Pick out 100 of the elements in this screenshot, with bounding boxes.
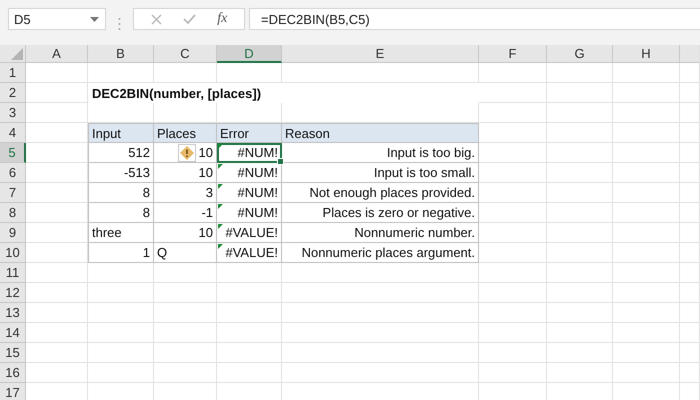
column-header[interactable]: [680, 45, 700, 63]
grid-cell[interactable]: [547, 283, 613, 303]
row-header[interactable]: 9: [0, 223, 26, 243]
grid-cell[interactable]: [282, 63, 479, 83]
column-header[interactable]: A: [26, 45, 88, 63]
grid-cell[interactable]: [547, 363, 613, 383]
grid-cell[interactable]: [613, 303, 680, 323]
grid-cell[interactable]: [217, 343, 282, 363]
grid-cell[interactable]: [217, 303, 282, 323]
grid-cell[interactable]: [680, 143, 700, 163]
grid-cell[interactable]: [88, 323, 154, 343]
grid-cell[interactable]: [88, 283, 154, 303]
column-header[interactable]: H: [613, 45, 680, 63]
grid-cell[interactable]: [680, 363, 700, 383]
grid-cell[interactable]: [26, 303, 88, 323]
grid-cell[interactable]: [680, 103, 700, 123]
grid-cell[interactable]: [479, 83, 547, 103]
grid-cell[interactable]: [613, 83, 680, 103]
grid-cell[interactable]: [26, 363, 88, 383]
grid-cell[interactable]: [680, 83, 700, 103]
column-header[interactable]: C: [154, 45, 217, 63]
grid-cell[interactable]: [547, 303, 613, 323]
grid-cell[interactable]: [547, 103, 613, 123]
grid-cell[interactable]: [680, 323, 700, 343]
row-header[interactable]: 3: [0, 103, 26, 123]
grid-cell[interactable]: [547, 323, 613, 343]
grid-cell[interactable]: [479, 63, 547, 83]
grid-cell[interactable]: [547, 203, 613, 223]
grid-cell[interactable]: [217, 363, 282, 383]
grid-cell[interactable]: [680, 183, 700, 203]
grid-cell[interactable]: [154, 363, 217, 383]
grid-cell[interactable]: [613, 263, 680, 283]
grid-cell[interactable]: [613, 283, 680, 303]
grid-cell[interactable]: [613, 143, 680, 163]
grid-cell[interactable]: [154, 343, 217, 363]
grid-cell[interactable]: [479, 103, 547, 123]
row-header[interactable]: 4: [0, 123, 26, 143]
grid-cell[interactable]: [88, 343, 154, 363]
grid-cell[interactable]: [547, 343, 613, 363]
column-header[interactable]: G: [547, 45, 613, 63]
grid-cell[interactable]: [26, 103, 88, 123]
grid-cell[interactable]: [154, 63, 217, 83]
grid-cell[interactable]: [613, 123, 680, 143]
grid-cell[interactable]: [217, 63, 282, 83]
grid-cell[interactable]: [26, 283, 88, 303]
dropdown-caret-icon[interactable]: [90, 16, 99, 22]
row-header[interactable]: 14: [0, 323, 26, 343]
grid-cell[interactable]: [217, 283, 282, 303]
warning-icon[interactable]: [178, 144, 196, 162]
grid-cell[interactable]: [680, 63, 700, 83]
row-header[interactable]: 13: [0, 303, 26, 323]
column-header[interactable]: F: [479, 45, 547, 63]
grid-cell[interactable]: [547, 123, 613, 143]
grid-cell[interactable]: [547, 163, 613, 183]
grid-cell[interactable]: [479, 263, 547, 283]
grid-cell[interactable]: [680, 283, 700, 303]
grid-cell[interactable]: [680, 163, 700, 183]
grid-cell[interactable]: [613, 343, 680, 363]
grid-cell[interactable]: [282, 343, 479, 363]
grid-cell[interactable]: [613, 243, 680, 263]
grid-cell[interactable]: [479, 323, 547, 343]
grid-cell[interactable]: [26, 323, 88, 343]
enter-check-icon[interactable]: [182, 14, 196, 24]
grid-cell[interactable]: [217, 323, 282, 343]
grid-cell[interactable]: [26, 343, 88, 363]
cancel-icon[interactable]: [150, 14, 162, 24]
formula-field[interactable]: =DEC2BIN(B5,C5): [249, 8, 700, 30]
grid-cell[interactable]: [26, 263, 88, 283]
row-header[interactable]: 2: [0, 83, 26, 103]
grid-cell[interactable]: [613, 103, 680, 123]
grid-cell[interactable]: [680, 303, 700, 323]
grid-cell[interactable]: [26, 83, 88, 103]
grid-cell[interactable]: [479, 303, 547, 323]
grid-cell[interactable]: [547, 243, 613, 263]
row-header[interactable]: 16: [0, 363, 26, 383]
column-header[interactable]: E: [282, 45, 479, 63]
grid-cell[interactable]: [680, 263, 700, 283]
row-header[interactable]: 7: [0, 183, 26, 203]
grid-cell[interactable]: [613, 203, 680, 223]
grid-cell[interactable]: [547, 223, 613, 243]
grid-cell[interactable]: [88, 363, 154, 383]
grid-cell[interactable]: [680, 343, 700, 363]
row-header[interactable]: 8: [0, 203, 26, 223]
grid-cell[interactable]: [547, 183, 613, 203]
column-header[interactable]: B: [88, 45, 154, 63]
grid-cell[interactable]: [479, 363, 547, 383]
insert-function-button[interactable]: fx: [217, 11, 228, 27]
row-header[interactable]: 6: [0, 163, 26, 183]
grid-cell[interactable]: [680, 203, 700, 223]
grid-cell[interactable]: [680, 223, 700, 243]
grid-cell[interactable]: [547, 263, 613, 283]
grid-cell[interactable]: [547, 143, 613, 163]
grid-cell[interactable]: [154, 323, 217, 343]
row-header[interactable]: 15: [0, 343, 26, 363]
grid-cell[interactable]: [680, 123, 700, 143]
row-header[interactable]: 11: [0, 263, 26, 283]
row-header[interactable]: 12: [0, 283, 26, 303]
name-box[interactable]: D5: [8, 8, 106, 30]
corner-triangle-icon[interactable]: [11, 48, 23, 60]
grid-cell[interactable]: [282, 283, 479, 303]
